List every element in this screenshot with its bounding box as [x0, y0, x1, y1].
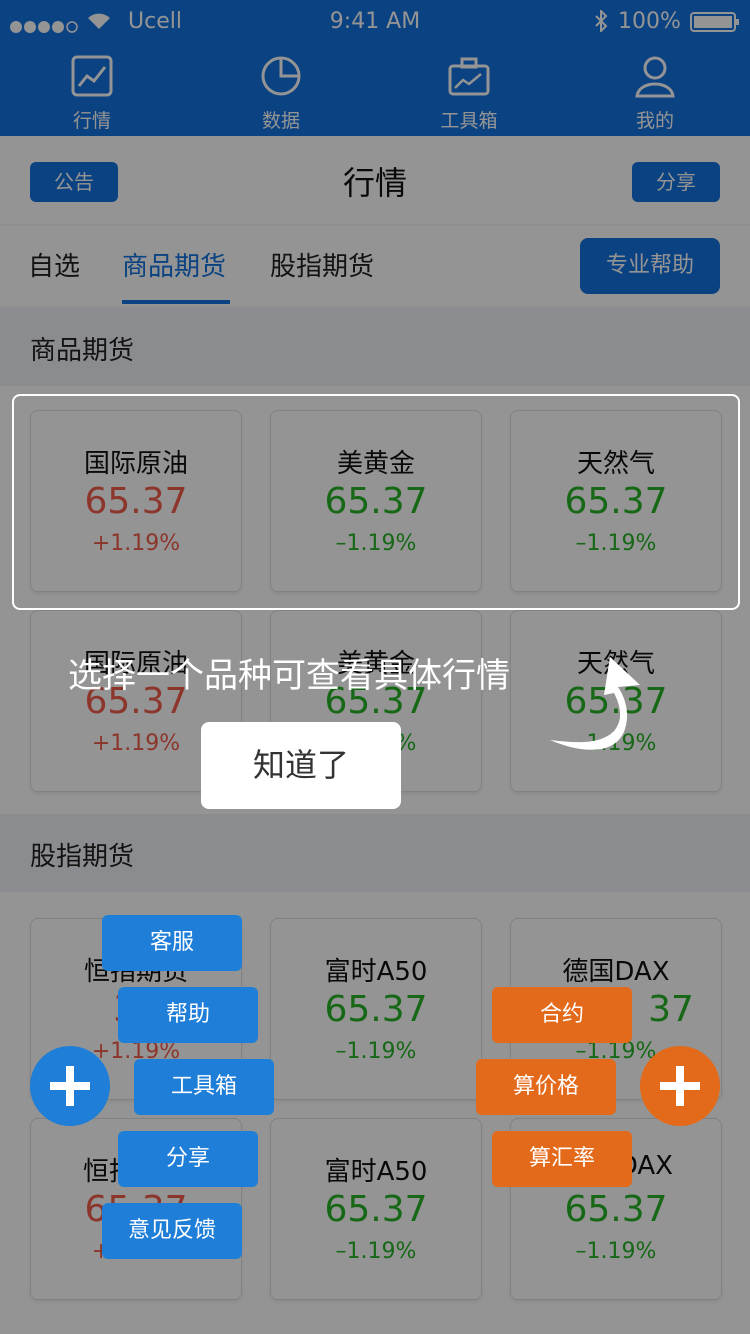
menu-calc-price[interactable]: 算价格	[476, 1059, 616, 1115]
got-it-button[interactable]: 知道了	[201, 722, 401, 809]
fab-left-plus[interactable]	[30, 1046, 110, 1126]
menu-contract[interactable]: 合约	[492, 987, 632, 1043]
menu-toolbox[interactable]: 工具箱	[134, 1059, 274, 1115]
fab-right-plus[interactable]	[640, 1046, 720, 1126]
curved-arrow-icon	[540, 645, 660, 774]
guide-text: 选择一个品种可查看具体行情	[68, 656, 510, 696]
menu-help[interactable]: 帮助	[118, 987, 258, 1043]
plus-icon	[660, 1066, 700, 1106]
menu-feedback[interactable]: 意见反馈	[102, 1203, 242, 1259]
menu-customer-service[interactable]: 客服	[102, 915, 242, 971]
menu-calc-exchange[interactable]: 算汇率	[492, 1131, 632, 1187]
highlight-frame	[12, 394, 740, 610]
plus-icon	[50, 1066, 90, 1106]
menu-share[interactable]: 分享	[118, 1131, 258, 1187]
